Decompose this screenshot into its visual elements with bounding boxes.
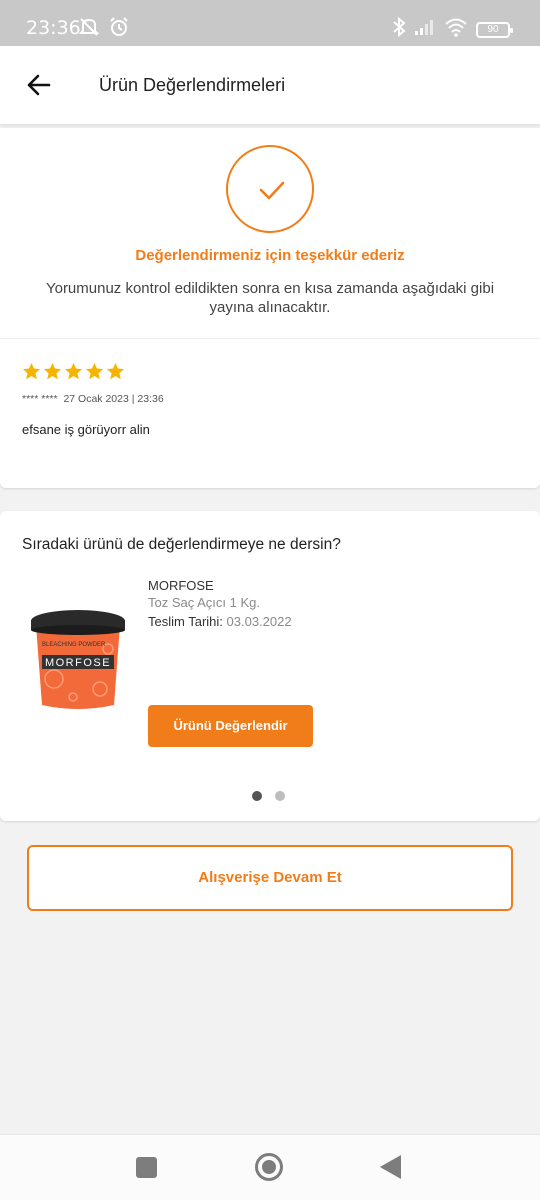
pager-dot[interactable]	[275, 791, 285, 801]
pager-dot[interactable]	[252, 791, 262, 801]
star-icon	[85, 362, 104, 386]
star-icon	[43, 362, 62, 386]
next-product-card: Sıradaki ürünü de değerlendirmeye ne der…	[0, 511, 540, 821]
back-arrow-icon[interactable]	[24, 70, 54, 100]
star-icon	[64, 362, 83, 386]
back-icon[interactable]	[380, 1155, 401, 1179]
review-meta: **** **** 27 Ocak 2023 | 23:36	[22, 393, 164, 405]
checkmark-icon	[259, 181, 285, 200]
thanks-title: Değerlendirmeniz için teşekkür ederiz	[135, 247, 405, 264]
product-image-small-text: BLEACHING POWDER	[42, 642, 106, 648]
app-header: Ürün Değerlendirmeleri	[0, 46, 540, 124]
continue-shopping-button[interactable]: Alışverişe Devam Et	[27, 845, 513, 911]
status-right-icons: 90	[392, 16, 513, 43]
next-product-title: Sıradaki ürünü de değerlendirmeye ne der…	[22, 536, 341, 553]
page-title: Ürün Değerlendirmeleri	[99, 75, 286, 95]
product-image-brand-text: MORFOSE	[45, 657, 111, 669]
product-image[interactable]: BLEACHING POWDER MORFOSE	[28, 609, 128, 713]
signal-icon	[414, 18, 436, 41]
muted-bell-icon	[78, 16, 100, 43]
battery-indicator: 90	[476, 21, 513, 38]
status-time: 23:36	[26, 17, 81, 39]
alarm-icon	[108, 16, 130, 43]
product-name: Toz Saç Açıcı 1 Kg.	[148, 595, 260, 610]
thanks-card: Değerlendirmeniz için teşekkür ederiz Yo…	[0, 128, 540, 488]
home-icon[interactable]	[255, 1153, 283, 1181]
product-brand: MORFOSE	[148, 578, 214, 593]
wifi-icon	[444, 17, 468, 42]
product-delivery: Teslim Tarihi: 03.03.2022	[148, 614, 292, 629]
star-icon	[106, 362, 125, 386]
check-circle	[226, 145, 314, 233]
status-bar: 23:36 90	[0, 0, 540, 46]
system-nav-bar	[0, 1134, 540, 1200]
carousel-pager[interactable]	[252, 791, 285, 801]
rate-product-button[interactable]: Ürünü Değerlendir	[148, 705, 313, 747]
delivery-date: 03.03.2022	[226, 614, 292, 629]
rating-stars	[22, 362, 125, 386]
status-left-icons	[78, 16, 130, 43]
delivery-label: Teslim Tarihi:	[148, 614, 223, 629]
thanks-description: Yorumunuz kontrol edildikten sonra en kı…	[45, 280, 495, 316]
star-icon	[22, 362, 41, 386]
divider	[0, 338, 540, 339]
review-text: efsane iş görüyorr alin	[22, 422, 150, 437]
recents-icon[interactable]	[136, 1157, 157, 1178]
bluetooth-icon	[392, 16, 406, 43]
